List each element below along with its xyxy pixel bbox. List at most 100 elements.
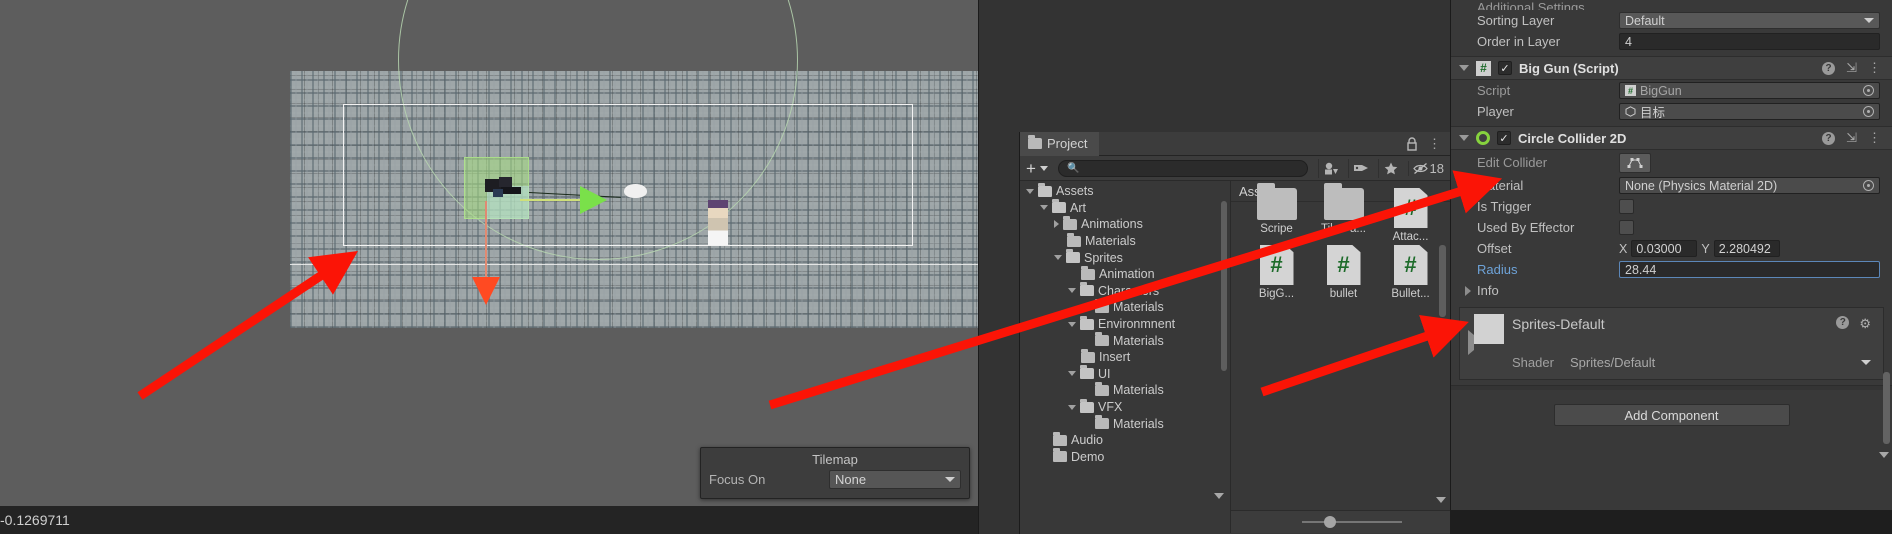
cloud-sprite[interactable] xyxy=(624,184,647,198)
big-gun-enabled-checkbox[interactable]: ✓ xyxy=(1498,61,1512,75)
asset-item[interactable]: Tile Pa... xyxy=(1310,183,1377,243)
edit-collider-button[interactable] xyxy=(1619,152,1651,173)
lock-icon[interactable] xyxy=(1406,136,1418,151)
csharp-script-icon: # xyxy=(1393,188,1428,228)
is-trigger-label: Is Trigger xyxy=(1477,199,1532,214)
kebab-icon[interactable]: ⋮ xyxy=(1868,60,1881,76)
character-sprite[interactable] xyxy=(708,200,728,245)
asset-item[interactable]: # bullet xyxy=(1310,245,1377,300)
move-handle-y-axis[interactable] xyxy=(485,201,487,283)
add-asset-button[interactable]: + xyxy=(1026,160,1036,177)
tree-item-assets[interactable]: Assets xyxy=(1020,182,1230,200)
offset-x-input[interactable]: 0.03000 xyxy=(1631,240,1698,257)
inspector-scrollbar[interactable] xyxy=(1883,372,1890,444)
tree-item-animation[interactable]: Animation xyxy=(1020,265,1230,283)
shader-dropdown[interactable]: Sprites/Default xyxy=(1570,353,1871,371)
grid-scroll-down-icon[interactable] xyxy=(1436,497,1446,503)
tree-item-materials[interactable]: Materials xyxy=(1020,332,1230,349)
focus-on-dropdown[interactable]: None xyxy=(829,470,961,489)
tree-item-materials[interactable]: Materials xyxy=(1020,298,1230,316)
project-panel[interactable]: Project ⋮ + 🔍 18 Assets Art Animations M… xyxy=(1019,131,1450,534)
is-trigger-checkbox[interactable] xyxy=(1619,199,1634,214)
move-arrow-x-icon[interactable] xyxy=(580,186,607,214)
label-icon[interactable] xyxy=(1347,158,1374,178)
chevron-down-icon[interactable] xyxy=(1040,205,1048,211)
chevron-right-icon[interactable] xyxy=(1054,220,1059,229)
chevron-down-icon[interactable] xyxy=(1068,321,1076,327)
help-icon[interactable]: ? xyxy=(1836,316,1850,329)
kebab-icon[interactable]: ⋮ xyxy=(1868,130,1881,146)
tilemap-overlay-panel[interactable]: Tilemap Focus On None xyxy=(700,447,970,499)
add-component-button[interactable]: Add Component xyxy=(1553,404,1790,426)
tree-item-insert[interactable]: Insert xyxy=(1020,348,1230,366)
chevron-down-icon[interactable] xyxy=(1026,188,1034,194)
tab-project[interactable]: Project xyxy=(1020,131,1100,156)
chevron-down-icon[interactable] xyxy=(1068,288,1076,294)
tree-item-ui[interactable]: UI xyxy=(1020,365,1230,383)
radius-input[interactable]: 28.44 xyxy=(1619,261,1880,278)
favorite-star-icon[interactable] xyxy=(1377,158,1404,178)
foldout-arrow-icon[interactable] xyxy=(1459,65,1469,71)
hidden-assets-count[interactable]: 18 xyxy=(1407,160,1444,176)
asset-item[interactable]: # Bullet... xyxy=(1377,245,1444,300)
asset-item[interactable]: # BigG... xyxy=(1243,245,1310,300)
material-object-field[interactable]: None (Physics Material 2D) xyxy=(1619,177,1880,194)
asset-grid[interactable]: Scripe Tile Pa... # Attac... # BigG... # bullet… xyxy=(1231,183,1450,302)
offset-y-input[interactable]: 2.280492 xyxy=(1713,240,1780,257)
player-object-field[interactable]: 目标 xyxy=(1619,103,1880,120)
slider-knob[interactable] xyxy=(1323,516,1336,528)
tree-item-materials[interactable]: Materials xyxy=(1020,415,1230,432)
tree-item-environmnent[interactable]: Environmnent xyxy=(1020,315,1230,333)
help-icon[interactable]: ? xyxy=(1822,61,1836,75)
object-picker-icon[interactable] xyxy=(1863,85,1874,96)
component-header-circle-collider[interactable]: ✓ Circle Collider 2D ? ⇲ ⋮ xyxy=(1451,126,1892,150)
sorting-layer-dropdown[interactable]: Default xyxy=(1619,12,1880,29)
tree-scroll-down-icon[interactable] xyxy=(1214,493,1224,499)
used-by-effector-checkbox[interactable] xyxy=(1619,220,1634,235)
icon-size-slider[interactable] xyxy=(1301,516,1402,528)
preset-icon[interactable]: ⇲ xyxy=(1846,60,1857,76)
component-header-big-gun[interactable]: # ✓ Big Gun (Script) ? ⇲ ⋮ xyxy=(1451,56,1892,80)
tree-item-demo[interactable]: Demo xyxy=(1020,448,1230,466)
kebab-icon[interactable]: ⋮ xyxy=(1428,136,1441,152)
tree-item-audio[interactable]: Audio xyxy=(1020,431,1230,449)
order-in-layer-input[interactable]: 4 xyxy=(1619,33,1880,50)
search-by-type-icon[interactable] xyxy=(1317,158,1344,178)
tree-item-materials[interactable]: Materials xyxy=(1020,232,1230,250)
tree-item-materials[interactable]: Materials xyxy=(1020,381,1230,399)
material-preview-block[interactable]: Sprites-Default ? ⚙ Shader Sprites/Defau… xyxy=(1459,307,1884,380)
foldout-arrow-icon[interactable] xyxy=(1468,330,1474,355)
search-input[interactable]: 🔍 xyxy=(1057,159,1308,177)
grid-scrollbar[interactable] xyxy=(1439,245,1446,317)
chevron-down-icon[interactable] xyxy=(1068,371,1076,377)
object-picker-icon[interactable] xyxy=(1863,180,1874,191)
script-object-field[interactable]: # BigGun xyxy=(1619,82,1880,99)
preset-icon[interactable]: ⇲ xyxy=(1846,130,1857,146)
folder-icon xyxy=(1063,215,1077,230)
info-row[interactable]: Info xyxy=(1451,280,1892,301)
foldout-arrow-icon[interactable] xyxy=(1459,135,1469,141)
asset-item[interactable]: Scripe xyxy=(1243,183,1310,243)
object-picker-icon[interactable] xyxy=(1863,106,1874,117)
asset-grid-pane[interactable]: Assets ScripeTile Pa...#Attac...#BigG...… xyxy=(1231,181,1450,533)
chevron-down-icon[interactable] xyxy=(1068,404,1076,410)
tree-scrollbar[interactable] xyxy=(1221,201,1227,371)
tree-item-sprites[interactable]: Sprites xyxy=(1020,249,1230,266)
move-arrow-y-icon[interactable] xyxy=(472,277,500,305)
tree-item-vfx[interactable]: VFX xyxy=(1020,398,1230,416)
tree-item-characters[interactable]: Characters xyxy=(1020,282,1230,300)
material-foldout[interactable] xyxy=(1460,330,1883,355)
inspector-panel[interactable]: Additional Settings Sorting Layer Defaul… xyxy=(1450,0,1892,510)
asset-item[interactable]: # Attac... xyxy=(1377,188,1444,243)
chevron-down-icon[interactable] xyxy=(1039,165,1048,171)
tree-item-animations[interactable]: Animations xyxy=(1020,215,1230,233)
foldout-arrow-icon[interactable] xyxy=(1465,285,1471,296)
help-icon[interactable]: ? xyxy=(1822,131,1836,145)
chevron-down-icon[interactable] xyxy=(1054,255,1062,261)
gear-icon[interactable]: ⚙ xyxy=(1859,316,1871,332)
inspector-scroll-down-icon[interactable] xyxy=(1879,452,1889,458)
circle-collider-enabled-checkbox[interactable]: ✓ xyxy=(1497,131,1511,145)
scene-view[interactable]: Tilemap Focus On None xyxy=(0,0,978,506)
asset-folder-tree[interactable]: Assets Art Animations Materials Sprites Anima… xyxy=(1020,181,1230,533)
tree-item-art[interactable]: Art xyxy=(1020,199,1230,217)
